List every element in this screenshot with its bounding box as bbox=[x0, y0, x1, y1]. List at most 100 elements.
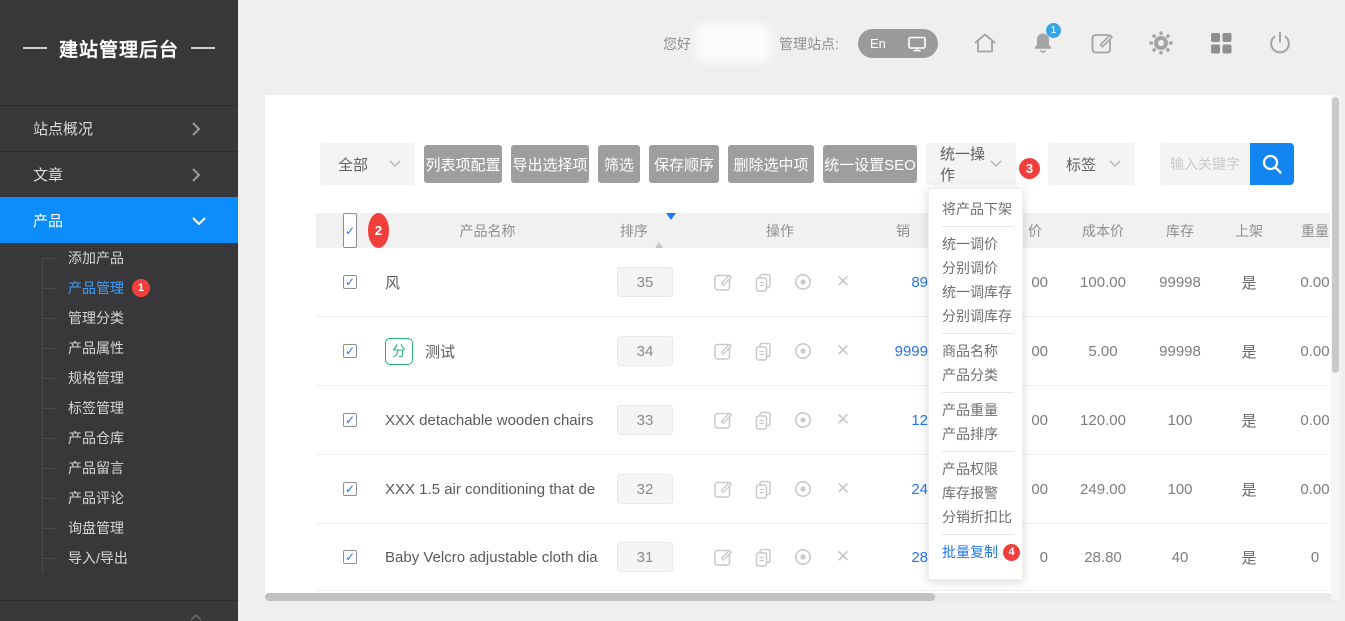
table-row: ✓ 风 35 ✕ 89 00 100.00 99998 是 0.00 bbox=[316, 248, 1330, 317]
preview-icon[interactable] bbox=[792, 524, 814, 590]
sidebar-item-articles[interactable]: 文章 bbox=[0, 151, 238, 197]
category-filter-dropdown[interactable]: 全部 bbox=[320, 143, 415, 185]
preview-icon[interactable] bbox=[792, 248, 814, 316]
row-checkbox[interactable]: ✓ bbox=[343, 482, 357, 496]
sort-input[interactable]: 34 bbox=[617, 336, 673, 366]
vertical-scrollbar-thumb[interactable] bbox=[1332, 97, 1339, 373]
cost-value: 5.00 bbox=[1063, 317, 1143, 385]
apps-grid-icon[interactable] bbox=[1208, 30, 1234, 56]
delete-icon[interactable]: ✕ bbox=[832, 386, 854, 454]
sort-input[interactable]: 31 bbox=[617, 542, 673, 572]
sales-link[interactable]: 24 bbox=[858, 455, 928, 523]
menu-item-product-category[interactable]: 产品分类 bbox=[929, 363, 1022, 387]
sales-link[interactable]: 12 bbox=[858, 386, 928, 454]
row-checkbox[interactable]: ✓ bbox=[343, 413, 357, 427]
select-all-checkbox[interactable]: ✓ bbox=[343, 213, 357, 248]
menu-item-product-weight[interactable]: 产品重量 bbox=[929, 398, 1022, 422]
export-selected-button[interactable]: 导出选择项 bbox=[511, 145, 589, 183]
search-input[interactable] bbox=[1160, 143, 1250, 185]
menu-item-stock-alert[interactable]: 库存报警 bbox=[929, 481, 1022, 505]
distribution-tag: 分 bbox=[385, 338, 413, 365]
language-site-switcher[interactable]: En bbox=[858, 29, 938, 58]
edit-icon[interactable] bbox=[712, 386, 734, 454]
menu-item-unified-price[interactable]: 统一调价 bbox=[929, 232, 1022, 256]
column-header-sort[interactable]: 排序 bbox=[620, 213, 648, 248]
stock-value: 99998 bbox=[1150, 317, 1210, 385]
edit-icon[interactable] bbox=[712, 317, 734, 385]
sidebar-subitem-product-attributes[interactable]: 产品属性 bbox=[0, 333, 238, 363]
sort-desc-icon[interactable] bbox=[666, 213, 676, 248]
sidebar-subitem-product-warehouse[interactable]: 产品仓库 bbox=[0, 423, 238, 453]
logout-power-icon[interactable] bbox=[1267, 30, 1293, 56]
sort-asc-icon[interactable] bbox=[655, 213, 663, 248]
delete-icon[interactable]: ✕ bbox=[832, 248, 854, 316]
sidebar-subitem-inquiry-management[interactable]: 询盘管理 bbox=[0, 513, 238, 543]
copy-icon[interactable] bbox=[752, 524, 774, 590]
batch-operations-dropdown[interactable]: 统一操作 bbox=[926, 143, 1016, 185]
preview-icon[interactable] bbox=[792, 317, 814, 385]
menu-item-unified-stock[interactable]: 统一调库存 bbox=[929, 280, 1022, 304]
edit-icon[interactable] bbox=[712, 248, 734, 316]
home-icon[interactable] bbox=[972, 30, 998, 56]
settings-gear-icon[interactable] bbox=[1148, 30, 1174, 56]
title-dash-right-icon bbox=[191, 47, 215, 49]
menu-item-take-off-shelf[interactable]: 将产品下架 bbox=[929, 197, 1022, 221]
row-checkbox[interactable]: ✓ bbox=[343, 550, 357, 564]
sales-link[interactable]: 89 bbox=[858, 248, 928, 316]
sidebar-subitem-tag-management[interactable]: 标签管理 bbox=[0, 393, 238, 423]
sidebar-subitem-import-export[interactable]: 导入/导出 bbox=[0, 543, 238, 573]
column-header-cost: 成本价 bbox=[1063, 213, 1143, 248]
copy-icon[interactable] bbox=[752, 248, 774, 316]
menu-item-separate-price[interactable]: 分别调价 bbox=[929, 256, 1022, 280]
copy-icon[interactable] bbox=[752, 317, 774, 385]
table-header: ✓ 2 产品名称 排序 操作 销 价 成本价 库存 上架 重量 bbox=[316, 213, 1330, 248]
unified-seo-button[interactable]: 统一设置SEO bbox=[823, 145, 917, 183]
menu-item-product-permission[interactable]: 产品权限 bbox=[929, 457, 1022, 481]
row-checkbox[interactable]: ✓ bbox=[343, 344, 357, 358]
menu-item-product-name[interactable]: 商品名称 bbox=[929, 339, 1022, 363]
delete-icon[interactable]: ✕ bbox=[832, 524, 854, 590]
preview-icon[interactable] bbox=[792, 386, 814, 454]
column-header-on-shelf: 上架 bbox=[1219, 213, 1279, 248]
delete-icon[interactable]: ✕ bbox=[832, 317, 854, 385]
sidebar-item-products[interactable]: 产品 bbox=[0, 197, 238, 243]
sidebar-subitem-spec-management[interactable]: 规格管理 bbox=[0, 363, 238, 393]
edit-icon[interactable] bbox=[712, 524, 734, 590]
edit-icon[interactable] bbox=[1089, 30, 1115, 56]
on-shelf-value: 是 bbox=[1219, 317, 1279, 385]
sort-input[interactable]: 35 bbox=[617, 267, 673, 297]
sidebar-subitem-product-management[interactable]: 产品管理 1 bbox=[0, 273, 238, 303]
search-button[interactable] bbox=[1250, 143, 1294, 185]
menu-item-batch-copy[interactable]: 批量复制 4 bbox=[929, 540, 1022, 564]
menu-item-distribution-discount[interactable]: 分销折扣比 bbox=[929, 505, 1022, 529]
sales-link[interactable]: 28 bbox=[858, 524, 928, 590]
products-submenu: 添加产品 产品管理 1 管理分类 产品属性 规格管理 标签管理 产品仓库 产品留… bbox=[0, 243, 238, 573]
filter-button[interactable]: 筛选 bbox=[598, 145, 640, 183]
menu-item-separate-stock[interactable]: 分别调库存 bbox=[929, 304, 1022, 328]
copy-icon[interactable] bbox=[752, 386, 774, 454]
edit-icon[interactable] bbox=[712, 455, 734, 523]
delete-icon[interactable]: ✕ bbox=[832, 455, 854, 523]
menu-item-product-sort[interactable]: 产品排序 bbox=[929, 422, 1022, 446]
user-name-redacted bbox=[700, 29, 766, 57]
manage-site-label: 管理站点: bbox=[779, 34, 839, 54]
delete-selected-button[interactable]: 删除选中项 bbox=[728, 145, 814, 183]
tags-dropdown[interactable]: 标签 bbox=[1048, 143, 1135, 185]
sidebar-subitem-add-product[interactable]: 添加产品 bbox=[0, 243, 238, 273]
copy-icon[interactable] bbox=[752, 455, 774, 523]
sidebar-item-site-overview[interactable]: 站点概况 bbox=[0, 105, 238, 151]
sidebar-subitem-manage-categories[interactable]: 管理分类 bbox=[0, 303, 238, 333]
on-shelf-value: 是 bbox=[1219, 455, 1279, 523]
horizontal-scrollbar-thumb[interactable] bbox=[265, 593, 935, 601]
sort-input[interactable]: 33 bbox=[617, 405, 673, 435]
sidebar-subitem-product-reviews[interactable]: 产品评论 bbox=[0, 483, 238, 513]
row-checkbox[interactable]: ✓ bbox=[343, 275, 357, 289]
sidebar-item-label: 文章 bbox=[33, 164, 63, 185]
app: 建站管理后台 站点概况 文章 产品 添加产品 产品管理 bbox=[0, 0, 1345, 621]
sidebar-subitem-product-messages[interactable]: 产品留言 bbox=[0, 453, 238, 483]
sort-input[interactable]: 32 bbox=[617, 474, 673, 504]
preview-icon[interactable] bbox=[792, 455, 814, 523]
sales-link[interactable]: 9999 bbox=[858, 317, 928, 385]
save-order-button[interactable]: 保存顺序 bbox=[649, 145, 719, 183]
list-config-button[interactable]: 列表项配置 bbox=[424, 145, 502, 183]
